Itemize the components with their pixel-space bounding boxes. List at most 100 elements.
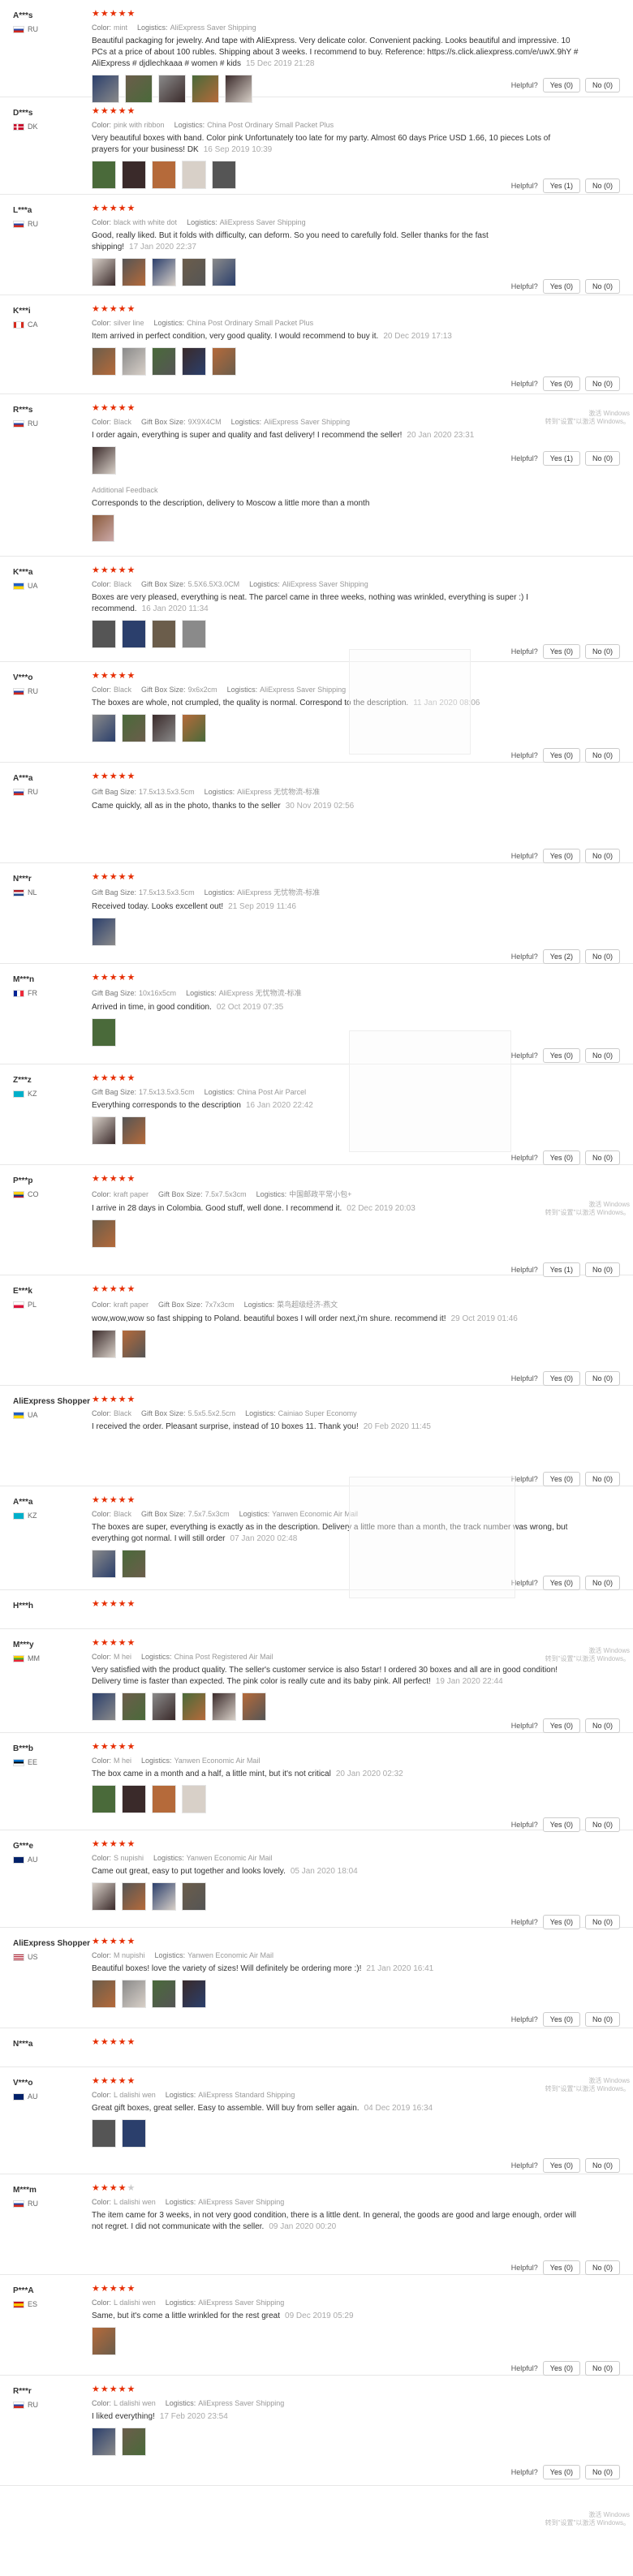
review-photo-thumbnail[interactable] — [92, 1330, 116, 1358]
helpful-no-button[interactable]: No (0) — [584, 2012, 620, 2027]
review-photo-thumbnail[interactable] — [92, 918, 116, 946]
review-photo-thumbnail[interactable] — [122, 258, 146, 286]
helpful-no-button[interactable]: No (0) — [584, 1472, 620, 1486]
review-photo-thumbnail[interactable] — [182, 1882, 206, 1911]
helpful-no-button[interactable]: No (0) — [584, 376, 620, 391]
review-photo-thumbnail[interactable] — [152, 161, 176, 189]
review-photo-thumbnail[interactable] — [212, 347, 236, 376]
review-photo-thumbnail[interactable] — [152, 1882, 176, 1911]
review-photo-thumbnail[interactable] — [182, 1980, 206, 2008]
review-photo-thumbnail[interactable] — [92, 1550, 116, 1578]
helpful-yes-button[interactable]: Yes (0) — [542, 1472, 580, 1486]
helpful-no-button[interactable]: No (0) — [584, 2465, 620, 2479]
review-photo-thumbnail[interactable] — [122, 714, 146, 742]
review-photo-thumbnail[interactable] — [92, 2428, 116, 2456]
review-photo-thumbnail[interactable] — [182, 161, 206, 189]
helpful-no-button[interactable]: No (0) — [584, 178, 620, 193]
review-photo-thumbnail[interactable] — [122, 347, 146, 376]
helpful-no-button[interactable]: No (0) — [584, 2158, 620, 2173]
helpful-yes-button[interactable]: Yes (0) — [542, 1048, 580, 1063]
review-photo-thumbnail[interactable] — [92, 347, 116, 376]
helpful-no-button[interactable]: No (0) — [584, 849, 620, 863]
helpful-yes-button[interactable]: Yes (0) — [542, 1150, 580, 1165]
helpful-no-button[interactable]: No (0) — [584, 1048, 620, 1063]
helpful-no-button[interactable]: No (0) — [584, 1718, 620, 1733]
helpful-no-button[interactable]: No (0) — [584, 1576, 620, 1590]
review-photo-thumbnail[interactable] — [152, 1980, 176, 2008]
review-photo-thumbnail[interactable] — [92, 514, 114, 542]
helpful-yes-button[interactable]: Yes (0) — [542, 1576, 580, 1590]
helpful-no-button[interactable]: No (0) — [584, 78, 620, 92]
review-photo-thumbnail[interactable] — [122, 2428, 146, 2456]
review-photo-thumbnail[interactable] — [92, 1785, 116, 1813]
review-photo-thumbnail[interactable] — [92, 1219, 116, 1248]
review-photo-thumbnail[interactable] — [92, 446, 116, 475]
review-photo-thumbnail[interactable] — [92, 1882, 116, 1911]
review-photo-thumbnail[interactable] — [122, 1785, 146, 1813]
review-photo-thumbnail[interactable] — [92, 620, 116, 648]
helpful-no-button[interactable]: No (0) — [584, 949, 620, 964]
review-photo-thumbnail[interactable] — [212, 161, 236, 189]
helpful-yes-button[interactable]: Yes (0) — [542, 2361, 580, 2376]
size-value: 7.5x7.5x3cm — [187, 1510, 230, 1518]
helpful-yes-button[interactable]: Yes (0) — [542, 1371, 580, 1386]
review-photo-thumbnail[interactable] — [122, 1116, 146, 1145]
review-photo-thumbnail[interactable] — [92, 1980, 116, 2008]
review-photo-thumbnail[interactable] — [182, 347, 206, 376]
helpful-yes-button[interactable]: Yes (1) — [542, 178, 580, 193]
review-photo-thumbnail[interactable] — [152, 714, 176, 742]
helpful-yes-button[interactable]: Yes (0) — [542, 2012, 580, 2027]
helpful-yes-button[interactable]: Yes (0) — [542, 1718, 580, 1733]
helpful-no-button[interactable]: No (0) — [584, 451, 620, 466]
review-body: ★★★★★ — [92, 1598, 611, 1610]
helpful-yes-button[interactable]: Yes (0) — [542, 644, 580, 659]
review-photo-thumbnail[interactable] — [92, 1692, 116, 1721]
review-photo-thumbnail[interactable] — [182, 1785, 206, 1813]
review-photo-thumbnail[interactable] — [122, 1550, 146, 1578]
review-photo-thumbnail[interactable] — [122, 620, 146, 648]
review-photo-thumbnail[interactable] — [152, 1692, 176, 1721]
review-photo-thumbnail[interactable] — [122, 1692, 146, 1721]
review-photo-thumbnail[interactable] — [182, 620, 206, 648]
review-photo-thumbnail[interactable] — [122, 1330, 146, 1358]
helpful-yes-button[interactable]: Yes (0) — [542, 748, 580, 763]
review-photo-thumbnail[interactable] — [212, 258, 236, 286]
review-photo-thumbnail[interactable] — [212, 1692, 236, 1721]
review-photo-thumbnail[interactable] — [92, 2327, 116, 2355]
helpful-no-button[interactable]: No (0) — [584, 2260, 620, 2275]
helpful-yes-button[interactable]: Yes (0) — [542, 2260, 580, 2275]
review-photo-thumbnail[interactable] — [152, 347, 176, 376]
review-photo-thumbnail[interactable] — [92, 714, 116, 742]
review-photo-thumbnail[interactable] — [182, 1692, 206, 1721]
helpful-no-button[interactable]: No (0) — [584, 2361, 620, 2376]
helpful-yes-button[interactable]: Yes (0) — [542, 849, 580, 863]
helpful-yes-button[interactable]: Yes (2) — [542, 949, 580, 964]
helpful-yes-button[interactable]: Yes (0) — [542, 2158, 580, 2173]
helpful-yes-button[interactable]: Yes (0) — [542, 279, 580, 294]
review-photo-thumbnail[interactable] — [122, 1882, 146, 1911]
review-photo-thumbnail[interactable] — [92, 1116, 116, 1145]
review-photo-thumbnail[interactable] — [182, 258, 206, 286]
helpful-yes-button[interactable]: Yes (0) — [542, 2465, 580, 2479]
review-photo-thumbnail[interactable] — [242, 1692, 266, 1721]
review-photo-thumbnail[interactable] — [122, 2119, 146, 2148]
helpful-yes-button[interactable]: Yes (1) — [542, 451, 580, 466]
review-photo-thumbnail[interactable] — [92, 2119, 116, 2148]
review-photo-thumbnail[interactable] — [152, 620, 176, 648]
helpful-no-button[interactable]: No (0) — [584, 1150, 620, 1165]
review-photo-thumbnail[interactable] — [92, 258, 116, 286]
review-photo-thumbnail[interactable] — [152, 258, 176, 286]
helpful-yes-button[interactable]: Yes (0) — [542, 376, 580, 391]
review-photo-thumbnail[interactable] — [92, 1018, 116, 1047]
review-photo-thumbnail[interactable] — [182, 714, 206, 742]
helpful-no-button[interactable]: No (0) — [584, 644, 620, 659]
review-photo-thumbnail[interactable] — [122, 1980, 146, 2008]
helpful-yes-button[interactable]: Yes (0) — [542, 78, 580, 92]
helpful-no-button[interactable]: No (0) — [584, 1371, 620, 1386]
helpful-no-button[interactable]: No (0) — [584, 279, 620, 294]
helpful-label: Helpful? — [510, 182, 538, 190]
review-photo-thumbnail[interactable] — [152, 1785, 176, 1813]
helpful-no-button[interactable]: No (0) — [584, 748, 620, 763]
review-photo-thumbnail[interactable] — [92, 161, 116, 189]
review-photo-thumbnail[interactable] — [122, 161, 146, 189]
